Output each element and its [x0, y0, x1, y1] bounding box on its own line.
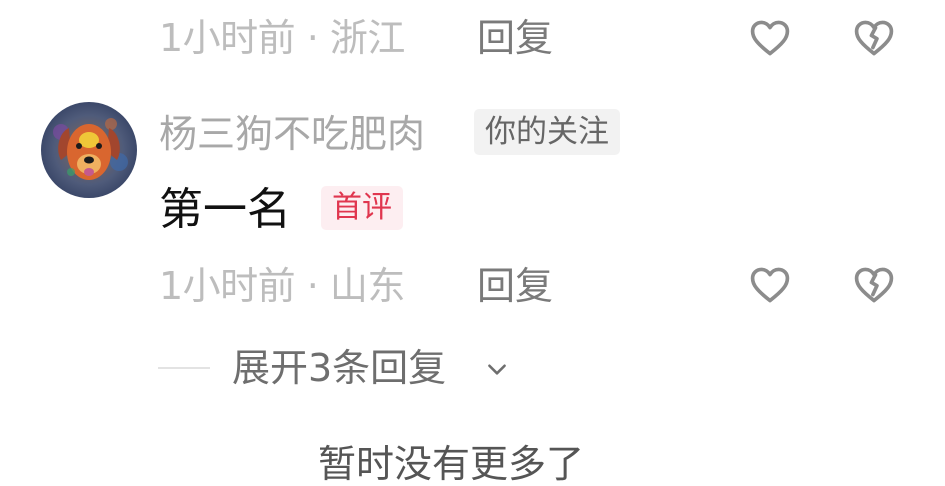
prev-comment-reply-button[interactable]: 回复 — [477, 19, 553, 57]
heart-icon[interactable] — [748, 263, 792, 307]
no-more-text: 暂时没有更多了 — [318, 442, 585, 486]
reply-button[interactable]: 回复 — [477, 267, 553, 305]
expand-divider — [158, 367, 210, 369]
heart-icon[interactable] — [748, 16, 792, 60]
broken-heart-icon[interactable] — [852, 16, 896, 60]
expand-replies-button[interactable]: 展开3条回复 — [232, 349, 446, 387]
avatar[interactable] — [41, 102, 137, 198]
first-comment-badge: 首评 — [321, 186, 403, 230]
username[interactable]: 杨三狗不吃肥肉 — [159, 115, 425, 153]
comment-time-location: 1小时前 · 山东 — [159, 264, 405, 308]
comment-text: 第一名 — [159, 184, 291, 235]
follow-badge: 你的关注 — [474, 109, 620, 155]
broken-heart-icon[interactable] — [852, 263, 896, 307]
chevron-down-icon[interactable] — [484, 356, 510, 382]
prev-comment-time-location: 1小时前 · 浙江 — [159, 16, 405, 60]
